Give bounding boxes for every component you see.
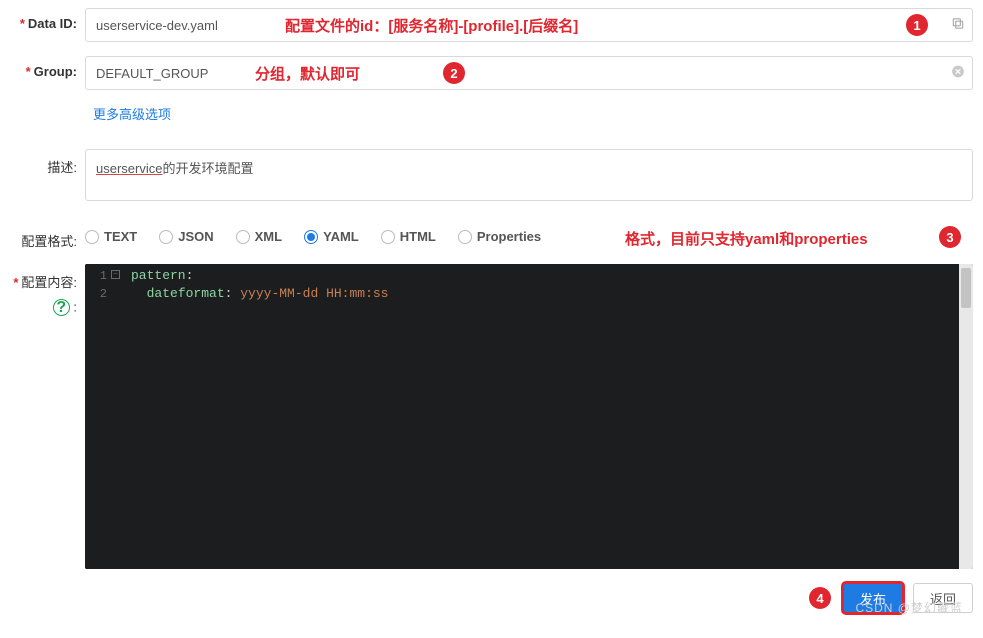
radio-text[interactable]: TEXT [85, 229, 137, 244]
radio-icon [236, 230, 250, 244]
radio-icon [381, 230, 395, 244]
row-group: *Group: 分组，默认即可 2 [10, 56, 973, 90]
radio-xml[interactable]: XML [236, 229, 282, 244]
radio-icon [85, 230, 99, 244]
required-marker: * [13, 275, 18, 290]
radio-json-label: JSON [178, 229, 213, 244]
radio-icon [159, 230, 173, 244]
data-id-input[interactable] [85, 8, 973, 42]
radio-yaml-label: YAML [323, 229, 359, 244]
required-marker: * [20, 16, 25, 31]
code-val-2: yyyy-MM-dd HH:mm:ss [240, 286, 388, 301]
label-group-text: Group: [34, 64, 77, 79]
fold-icon[interactable]: − [111, 270, 120, 279]
help-icon[interactable]: ? [53, 299, 70, 316]
label-content-colon: : [73, 300, 77, 315]
group-input[interactable] [85, 56, 973, 90]
bubble-4: 4 [809, 587, 831, 609]
desc-suffix: 的开发环境配置 [162, 161, 253, 176]
code-key-2: dateformat [147, 286, 225, 301]
back-button[interactable]: 返回 [913, 583, 973, 613]
label-description: 描述: [10, 149, 85, 176]
publish-button[interactable]: 发布 [843, 583, 903, 613]
label-content: *配置内容: ? : [10, 264, 85, 316]
code-line-1: pattern: [131, 267, 973, 285]
radio-properties-label: Properties [477, 229, 541, 244]
code-editor[interactable]: 1 2 − pattern: dateformat: yyyy-MM-dd HH… [85, 264, 973, 569]
radio-icon [304, 230, 318, 244]
radio-properties[interactable]: Properties [458, 229, 541, 244]
radio-html[interactable]: HTML [381, 229, 436, 244]
row-content: *配置内容: ? : 1 2 − pattern: dateformat: yy… [10, 264, 973, 569]
label-content-text: 配置内容: [21, 275, 77, 290]
label-data-id: *Data ID: [10, 8, 85, 31]
description-input-wrap: userservice的开发环境配置 [85, 149, 973, 201]
description-input[interactable]: userservice的开发环境配置 [85, 149, 973, 201]
editor-code: pattern: dateformat: yyyy-MM-dd HH:mm:ss [85, 264, 973, 303]
label-data-id-text: Data ID: [28, 16, 77, 31]
radio-text-label: TEXT [104, 229, 137, 244]
annotation-format: 格式，目前只支持yaml和properties [625, 228, 868, 249]
radio-html-label: HTML [400, 229, 436, 244]
data-id-input-wrap [85, 8, 973, 42]
row-format: 配置格式: TEXT JSON XML YAML HTML Properties… [10, 223, 973, 250]
radio-icon [458, 230, 472, 244]
label-format-text: 配置格式: [21, 234, 77, 249]
copy-icon[interactable] [951, 17, 965, 34]
desc-prefix: userservice [96, 161, 162, 176]
required-marker: * [26, 64, 31, 79]
editor-gutter: 1 2 [85, 264, 125, 569]
row-data-id: *Data ID: 配置文件的id：[服务名称]-[profile].[后缀名]… [10, 8, 973, 42]
editor-wrap: 1 2 − pattern: dateformat: yyyy-MM-dd HH… [85, 264, 973, 569]
label-content-line2: ? : [10, 299, 77, 316]
footer: 4 发布 返回 CSDN @梦幻藏蓝 [10, 583, 973, 613]
label-format: 配置格式: [10, 223, 85, 250]
format-radio-group: TEXT JSON XML YAML HTML Properties [85, 223, 541, 244]
row-description: 描述: userservice的开发环境配置 [10, 149, 973, 201]
group-input-wrap [85, 56, 973, 90]
clear-icon[interactable] [951, 65, 965, 82]
line-number-2: 2 [85, 285, 125, 303]
more-options-link[interactable]: 更多高级选项 [93, 104, 171, 123]
editor-scrollbar[interactable] [959, 264, 973, 569]
bubble-3: 3 [939, 226, 961, 248]
radio-yaml[interactable]: YAML [304, 229, 359, 244]
label-description-text: 描述: [47, 160, 77, 175]
label-group: *Group: [10, 56, 85, 79]
radio-json[interactable]: JSON [159, 229, 213, 244]
radio-xml-label: XML [255, 229, 282, 244]
code-key-1: pattern [131, 268, 186, 283]
code-line-2: dateformat: yyyy-MM-dd HH:mm:ss [131, 285, 973, 303]
